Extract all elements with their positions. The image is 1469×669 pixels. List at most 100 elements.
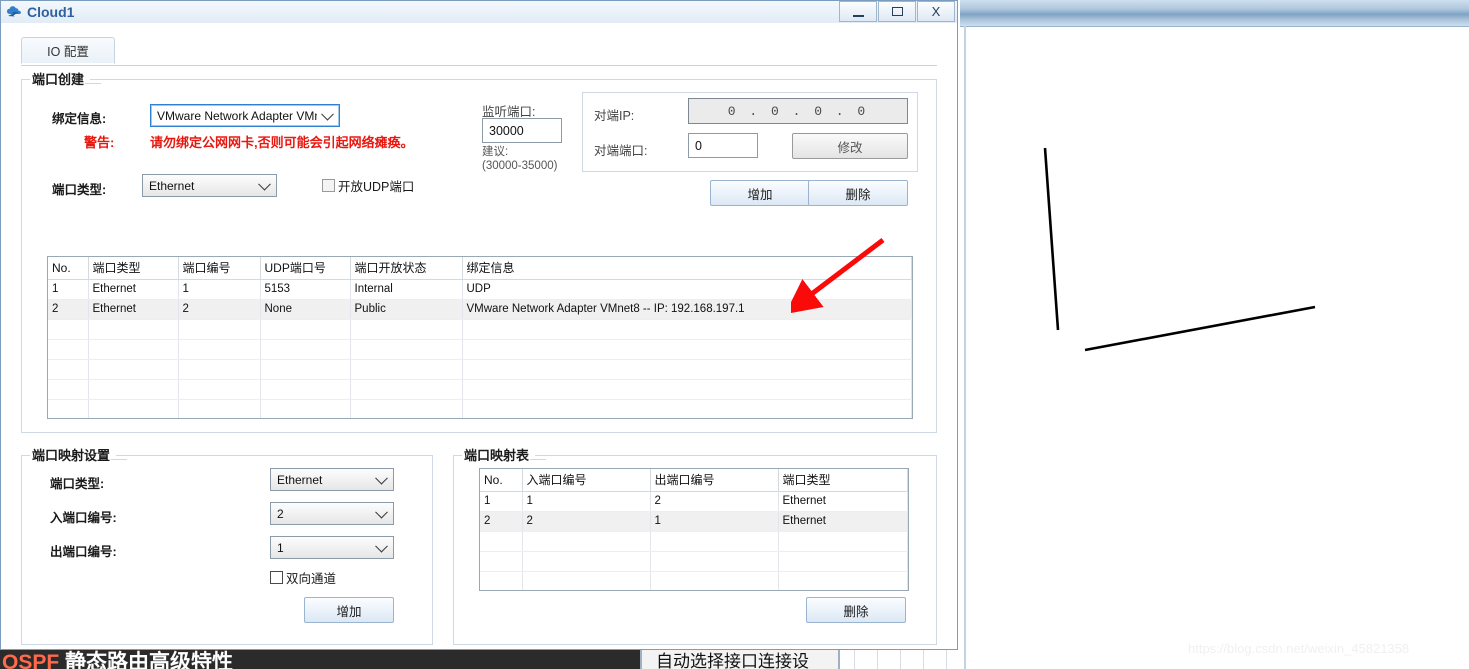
table-row[interactable]: 1 1 2 Ethernet [480, 491, 908, 512]
cell-in-port: 2 [522, 511, 651, 532]
dialog-body: IO 配置 端口创建 绑定信息: VMware Network Adapter … [1, 23, 957, 649]
table-row-empty[interactable] [480, 531, 908, 552]
port-mapping-settings-panel: 端口映射设置 端口类型: Ethernet 入端口编号: 2 出端口编号: 1 … [21, 445, 433, 645]
cell-type: Ethernet [88, 279, 179, 300]
port-type-label: 端口类型: [52, 183, 107, 197]
checkbox-box [322, 179, 335, 192]
table-row[interactable]: 2 2 1 Ethernet [480, 511, 908, 532]
bottom-cut-strip: OSPF 静态路由高级特性 ⌄ 自动选择接口连接设 [0, 650, 960, 669]
table-row-empty[interactable] [48, 379, 912, 400]
chevron-down-icon [258, 177, 271, 191]
cell-status: Public [350, 299, 463, 320]
listen-port-hint-label: 建议: [482, 146, 509, 158]
tab-strip: IO 配置 [21, 37, 937, 66]
port-table-header-row: No. 端口类型 端口编号 UDP端口号 端口开放状态 绑定信息 [48, 257, 912, 280]
peer-ip-input[interactable]: 0 . 0 . 0 . 0 [688, 98, 908, 124]
peer-port-input[interactable]: 0 [688, 133, 758, 158]
bottom-cut-title: OSPF 静态路由高级特性 [2, 650, 233, 669]
binding-info-label: 绑定信息: [52, 112, 107, 126]
table-row-empty[interactable] [480, 551, 908, 572]
minimize-button[interactable] [839, 1, 877, 22]
port-mapping-settings-title: 端口映射设置 [30, 445, 117, 464]
mapping-out-port-value: 1 [277, 540, 284, 555]
cell-udp: 5153 [260, 279, 351, 300]
cloud-device-icon [6, 4, 24, 20]
topology-canvas[interactable]: Cloud1 Ethernet 0/0/1 200.1.1.1 R GE 0/0… [960, 0, 1469, 669]
cell-no: 1 [48, 279, 89, 300]
mapping-add-button[interactable]: 增加 [304, 597, 394, 623]
mapping-header-port-type: 端口类型 [778, 469, 908, 492]
cell-number: 1 [178, 279, 261, 300]
bidirectional-channel-label: 双向通道 [286, 572, 337, 586]
delete-port-button[interactable]: 删除 [808, 180, 908, 206]
modify-button[interactable]: 修改 [792, 133, 908, 159]
binding-info-combo[interactable]: VMware Network Adapter VMnet8 -- IP: 192… [150, 104, 340, 127]
table-row[interactable]: 2 Ethernet 2 None Public VMware Network … [48, 299, 912, 320]
mapping-table-header-row: No. 入端口编号 出端口编号 端口类型 [480, 469, 908, 492]
cloud1-dialog: Cloud1 X IO 配置 端口创建 绑定信息: VMware Network… [0, 0, 958, 650]
cell-udp: None [260, 299, 351, 320]
mapping-port-type-value: Ethernet [277, 472, 323, 487]
chevron-down-icon [375, 505, 388, 519]
cell-no: 2 [48, 299, 89, 320]
port-mapping-table-panel: 端口映射表 No. 入端口编号 出端口编号 端口类型 1 1 2 Etherne… [453, 445, 937, 645]
chevron-down-icon [375, 539, 388, 553]
topology-links [1043, 147, 1316, 352]
mapping-out-port-label: 出端口编号: [50, 545, 117, 559]
cell-type: Ethernet [88, 299, 179, 320]
bottom-status-panel: 自动选择接口连接设 [640, 650, 840, 669]
table-row-empty[interactable] [48, 319, 912, 340]
port-table-header-no: No. [48, 257, 89, 280]
port-type-value: Ethernet [149, 178, 195, 193]
maximize-button[interactable] [878, 1, 916, 22]
mapping-in-port-combo[interactable]: 2 [270, 502, 394, 525]
tab-io-config[interactable]: IO 配置 [21, 37, 115, 64]
mapping-port-type-label: 端口类型: [50, 477, 105, 491]
cell-out-port: 1 [650, 511, 779, 532]
bottom-status-text: 自动选择接口连接设 [656, 652, 809, 669]
mapping-port-type-combo[interactable]: Ethernet [270, 468, 394, 491]
peer-ip-label: 对端IP: [594, 109, 635, 123]
port-create-panel-title: 端口创建 [30, 69, 91, 88]
bidirectional-channel-checkbox[interactable]: 双向通道 [270, 568, 336, 587]
cell-binding: VMware Network Adapter VMnet8 -- IP: 192… [462, 299, 912, 320]
mapping-delete-button[interactable]: 删除 [806, 597, 906, 623]
port-table-header-binding: 绑定信息 [462, 257, 912, 280]
bottom-cut-title-rest: 静态路由高级特性 [59, 651, 234, 669]
table-row-empty[interactable] [48, 359, 912, 380]
listen-port-hint-range: (30000-35000) [482, 160, 558, 172]
cell-number: 2 [178, 299, 261, 320]
chevron-down-icon [375, 471, 388, 485]
mapping-in-port-label: 入端口编号: [50, 511, 117, 525]
port-type-combo[interactable]: Ethernet [142, 174, 277, 197]
port-table-header-number: 端口编号 [178, 257, 261, 280]
mapping-header-out-port: 出端口编号 [650, 469, 779, 492]
port-table-header-type: 端口类型 [88, 257, 179, 280]
watermark-text: https://blog.csdn.net/weixin_45821358 [1188, 641, 1410, 656]
cell-port-type: Ethernet [778, 511, 908, 532]
warning-label: 警告: [84, 135, 115, 150]
port-table-header-status: 端口开放状态 [350, 257, 463, 280]
table-row[interactable]: 1 Ethernet 1 5153 Internal UDP [48, 279, 912, 300]
mapping-in-port-value: 2 [277, 506, 284, 521]
cell-in-port: 1 [522, 491, 651, 512]
table-row-empty[interactable] [48, 399, 912, 418]
table-row-empty[interactable] [48, 339, 912, 360]
port-table[interactable]: No. 端口类型 端口编号 UDP端口号 端口开放状态 绑定信息 1 Ether… [47, 256, 913, 419]
cell-status: Internal [350, 279, 463, 300]
cell-binding: UDP [462, 279, 912, 300]
dialog-titlebar[interactable]: Cloud1 X [1, 1, 957, 23]
peer-port-label: 对端端口: [594, 144, 648, 158]
add-port-button[interactable]: 增加 [710, 180, 810, 206]
port-table-header-udp: UDP端口号 [260, 257, 351, 280]
close-button[interactable]: X [917, 1, 955, 22]
port-mapping-table[interactable]: No. 入端口编号 出端口编号 端口类型 1 1 2 Ethernet 2 2 … [479, 468, 909, 591]
cell-port-type: Ethernet [778, 491, 908, 512]
listen-port-input[interactable]: 30000 [482, 118, 562, 143]
open-udp-port-checkbox[interactable]: 开放UDP端口 [322, 176, 414, 195]
port-mapping-table-title: 端口映射表 [462, 445, 536, 464]
mapping-out-port-combo[interactable]: 1 [270, 536, 394, 559]
binding-info-value: VMware Network Adapter VMnet8 -- IP: 192… [157, 108, 317, 123]
table-row-empty[interactable] [480, 571, 908, 590]
window-controls: X [838, 1, 955, 22]
